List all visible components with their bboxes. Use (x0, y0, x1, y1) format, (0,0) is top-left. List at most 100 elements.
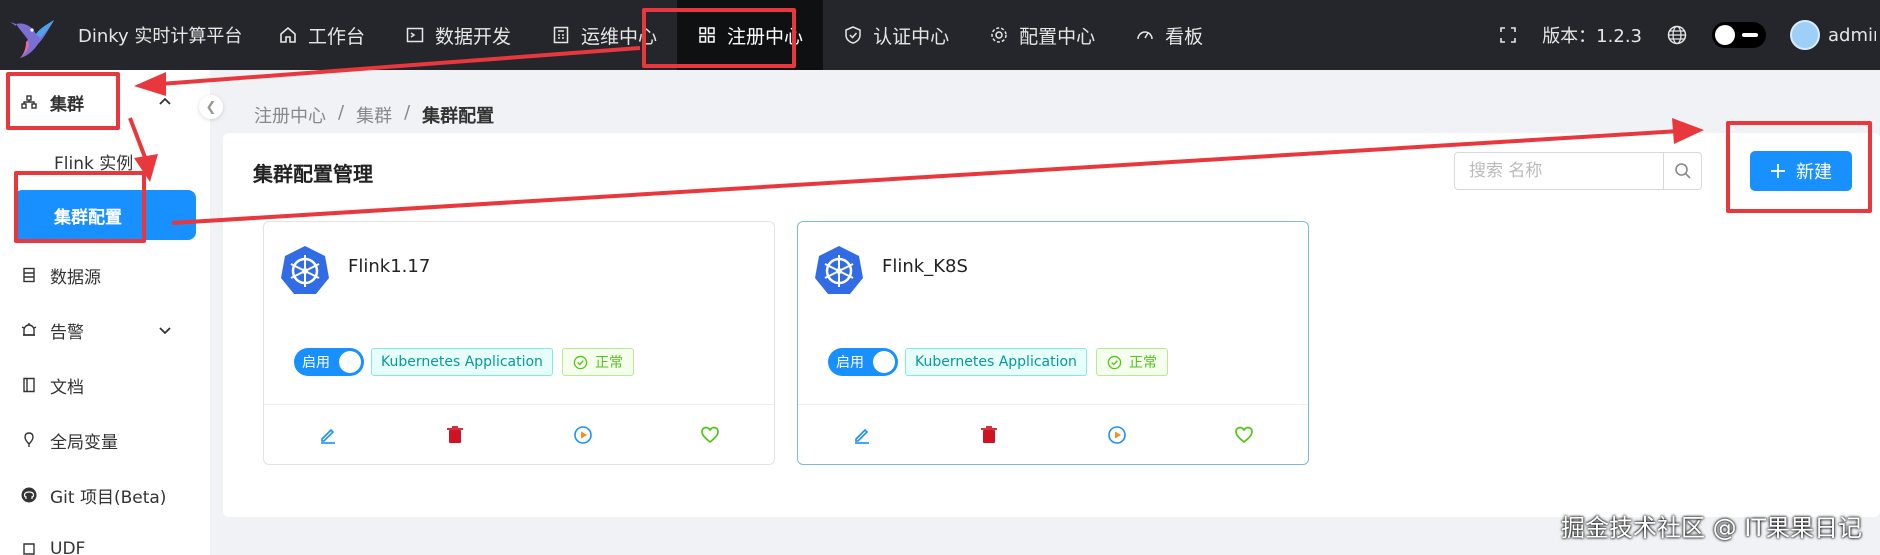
play-circle-icon (573, 425, 592, 444)
sidebar-item-label: Flink 实例 (54, 153, 134, 174)
version-label: 版本：1.2.3 (1542, 26, 1642, 47)
breadcrumb-root[interactable]: 注册中心 (254, 102, 326, 128)
top-navbar: Dinky 实时计算平台 工作台 数据开发 运维中心 注册中心 认证中心 配置中… (0, 0, 1880, 70)
chevron-up-icon (159, 97, 171, 105)
nav-workbench[interactable]: 工作台 (258, 0, 385, 70)
globe-icon[interactable] (1666, 24, 1688, 46)
app-title[interactable]: Dinky 实时计算平台 (78, 22, 258, 48)
heart-icon (701, 426, 720, 443)
card-actions (264, 404, 774, 464)
nav-label: 配置中心 (1019, 25, 1096, 48)
sidebar-item-alert[interactable]: 告警 (0, 307, 210, 353)
delete-button[interactable] (926, 405, 1054, 464)
enable-switch[interactable]: 启用 (294, 348, 364, 376)
delete-icon (447, 425, 464, 443)
sidebar-item-label: 数据源 (50, 267, 101, 288)
nav-label: 看板 (1165, 25, 1204, 48)
breadcrumb-current: 集群配置 (422, 106, 495, 127)
sidebar-item-datasource[interactable]: 数据源 (0, 252, 210, 298)
annotation-box-new-button (1726, 121, 1872, 213)
search-input[interactable] (1455, 153, 1663, 189)
theme-toggle[interactable] (1712, 22, 1766, 48)
sidebar-divider (210, 70, 224, 555)
gear-icon (991, 27, 1007, 43)
sidebar-item-git[interactable]: Git 项目(Beta) (0, 472, 210, 518)
cluster-name: Flink1.17 (348, 256, 431, 277)
header-right: 版本：1.2.3 admin (1498, 0, 1880, 70)
shield-icon (845, 26, 861, 44)
delete-icon (981, 425, 998, 443)
sidebar-item-global-var[interactable]: 全局变量 (0, 417, 210, 463)
breadcrumb-separator: / (338, 102, 345, 123)
github-icon (21, 487, 37, 503)
check-circle-icon (573, 355, 588, 369)
sidebar-item-label: 告警 (50, 322, 84, 343)
hummingbird-logo-icon[interactable] (0, 0, 66, 70)
nav-config-center[interactable]: 配置中心 (969, 0, 1115, 70)
edit-button[interactable] (798, 405, 926, 464)
cluster-config-card[interactable]: Flink1.17 启用 Kubernetes Application 正常 (263, 221, 775, 465)
dashboard-icon (1137, 31, 1153, 40)
sidebar-item-udf[interactable]: UDF (0, 526, 210, 555)
kubernetes-icon (281, 246, 329, 294)
sidebar-item-label: 全局变量 (50, 432, 118, 453)
book-icon (23, 377, 35, 393)
heart-icon (1235, 426, 1254, 443)
nav-dashboard[interactable]: 看板 (1115, 0, 1223, 70)
terminal-icon (406, 27, 424, 43)
cluster-type-tag: Kubernetes Application (371, 348, 553, 376)
user-name: admin (1828, 24, 1876, 46)
cluster-type-tag: Kubernetes Application (905, 348, 1087, 376)
kubernetes-icon (815, 246, 863, 294)
fullscreen-icon[interactable] (1498, 25, 1518, 45)
pushpin-icon (24, 432, 34, 447)
edit-button[interactable] (264, 405, 392, 464)
search-box (1454, 152, 1702, 190)
annotation-box-cluster (6, 72, 120, 130)
avatar (1790, 20, 1820, 50)
nav-label: 认证中心 (873, 25, 950, 48)
nav-label: 工作台 (308, 25, 366, 48)
tag-label: Kubernetes Application (915, 354, 1077, 370)
enable-switch[interactable]: 启用 (828, 348, 898, 376)
edit-icon (320, 428, 335, 444)
annotation-box-cluster-config (14, 171, 146, 243)
status-label: 正常 (1129, 355, 1157, 371)
search-button[interactable] (1663, 153, 1701, 189)
delete-button[interactable] (392, 405, 520, 464)
status-badge: 正常 (1096, 348, 1168, 376)
udf-icon (23, 543, 35, 555)
sidebar: 集群 Flink 实例 集群配置 数据源 告警 文档 全局变量 Git 项目(B… (0, 70, 210, 555)
sidebar-item-label: UDF (50, 539, 86, 555)
deploy-button[interactable] (519, 405, 647, 464)
chevron-left-icon: ❮ (205, 99, 217, 115)
cluster-name: Flink_K8S (882, 256, 968, 277)
nav-data-dev[interactable]: 数据开发 (385, 0, 531, 70)
chevron-down-icon (159, 327, 171, 335)
tag-label: Kubernetes Application (381, 354, 543, 370)
annotation-box-registry-center (642, 8, 796, 68)
nav-auth-center[interactable]: 认证中心 (823, 0, 969, 70)
watermark: 掘金技术社区 @ IT果果日记 (1561, 514, 1862, 542)
sidebar-item-docs[interactable]: 文档 (0, 362, 210, 408)
status-badge: 正常 (562, 348, 634, 376)
heartbeat-button[interactable] (1181, 405, 1309, 464)
check-circle-icon (1107, 355, 1122, 369)
breadcrumb-mid[interactable]: 集群 (356, 102, 392, 128)
database-icon (23, 267, 35, 283)
heartbeat-button[interactable] (647, 405, 775, 464)
switch-label: 启用 (302, 355, 330, 371)
cluster-config-card[interactable]: Flink_K8S 启用 Kubernetes Application 正常 (797, 221, 1309, 465)
status-label: 正常 (595, 355, 623, 371)
edit-icon (854, 428, 869, 444)
switch-label: 启用 (836, 355, 864, 371)
sidebar-item-label: 文档 (50, 377, 84, 398)
deploy-button[interactable] (1053, 405, 1181, 464)
breadcrumb-separator: / (404, 102, 411, 123)
alert-icon (21, 323, 37, 336)
collapse-sidebar-button[interactable]: ❮ (199, 95, 223, 119)
breadcrumb: 注册中心 / 集群 / 集群配置 (254, 102, 494, 128)
user-menu[interactable]: admin (1790, 20, 1876, 50)
card-actions (798, 404, 1308, 464)
search-icon (1674, 163, 1691, 179)
